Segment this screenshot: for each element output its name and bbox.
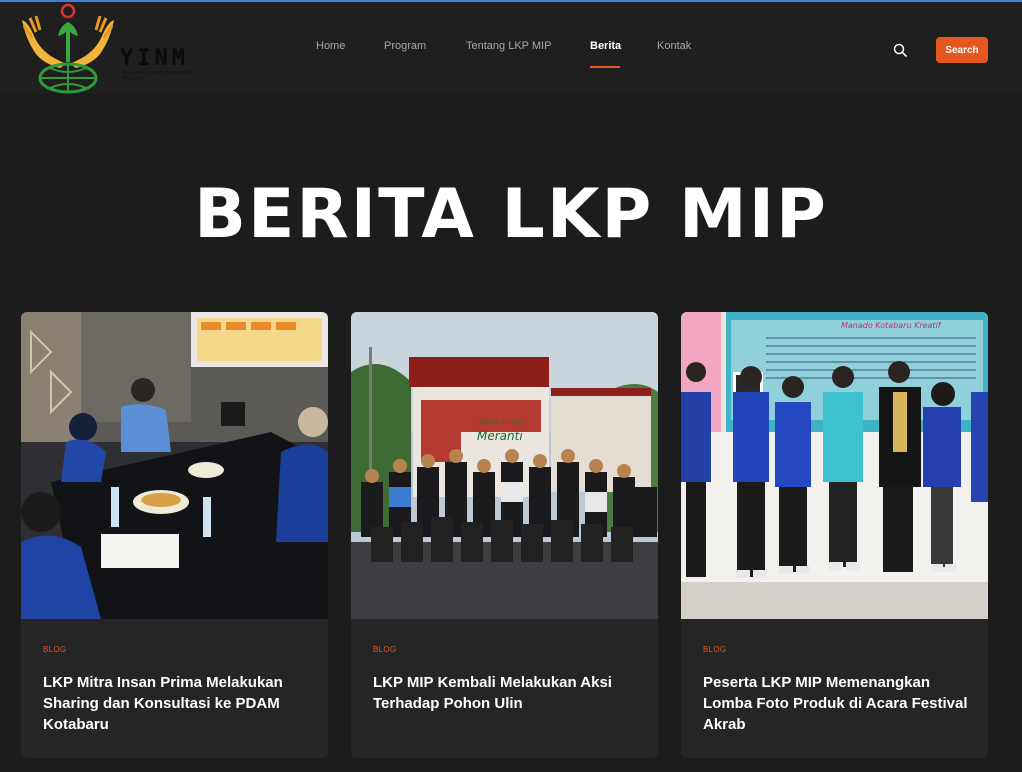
post-image-festival[interactable]: Manado Kotabaru Kreatif xyxy=(681,312,988,619)
sign-text-wisata: Wisata Kuliner xyxy=(479,419,522,426)
post-category[interactable]: BLOG xyxy=(703,645,726,654)
site-header: YINM Yayasan Insan Nusantara Mandiri Hom… xyxy=(0,2,1022,94)
logo-wordmark: YINM xyxy=(120,46,189,71)
post-title[interactable]: LKP MIP Kembali Melakukan Aksi Terhadap … xyxy=(373,672,641,714)
sign-text-meranti: Meranti xyxy=(477,429,523,443)
nav-item-berita[interactable]: Berita xyxy=(590,40,621,52)
post-title[interactable]: Peserta LKP MIP Memenangkan Lomba Foto P… xyxy=(703,672,971,735)
nav-item-kontak[interactable]: Kontak xyxy=(657,40,691,52)
banner-text: Manado Kotabaru Kreatif xyxy=(841,321,942,330)
post-card[interactable]: Manado Kotabaru Kreatif BLOG Peserta LKP… xyxy=(681,312,988,758)
post-category[interactable]: BLOG xyxy=(373,645,396,654)
post-image-meeting[interactable] xyxy=(21,312,328,619)
logo-tagline: Yayasan Insan Nusantara Mandiri xyxy=(122,70,197,82)
search-icon[interactable] xyxy=(893,42,909,58)
post-category[interactable]: BLOG xyxy=(43,645,66,654)
search-button[interactable]: Search xyxy=(936,37,988,63)
site-logo[interactable]: YINM Yayasan Insan Nusantara Mandiri xyxy=(20,2,200,94)
nav-item-program[interactable]: Program xyxy=(384,40,426,52)
post-title[interactable]: LKP Mitra Insan Prima Melakukan Sharing … xyxy=(43,672,311,735)
active-nav-underline xyxy=(590,66,620,68)
nav-item-tentang[interactable]: Tentang LKP MIP xyxy=(466,40,551,52)
nav-item-home[interactable]: Home xyxy=(316,40,345,52)
post-card[interactable]: BLOG LKP Mitra Insan Prima Melakukan Sha… xyxy=(21,312,328,758)
post-image-group[interactable]: Wisata Kuliner Meranti xyxy=(351,312,658,619)
page-title: BERITA LKP MIP xyxy=(194,175,828,254)
hands-globe-logo-icon xyxy=(22,3,114,94)
post-card[interactable]: Wisata Kuliner Meranti BLOG LKP MIP Kemb… xyxy=(351,312,658,758)
